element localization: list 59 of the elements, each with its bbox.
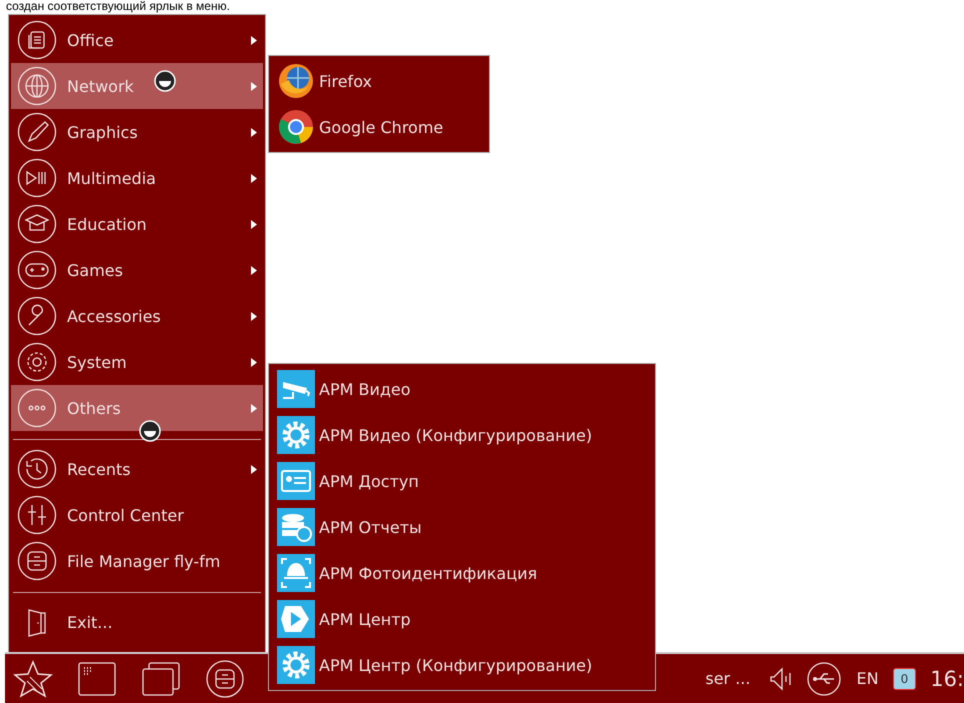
menu-item[interactable]: АРМ Центр (Конфигурирование): [269, 642, 655, 688]
menu-item[interactable]: АРМ Видео (Конфигурирование): [269, 412, 655, 458]
menu-item[interactable]: File Manager fly-fm: [11, 538, 263, 584]
arrow-icon: [251, 266, 257, 275]
pencil-icon: [17, 112, 57, 152]
database-icon: [277, 508, 315, 546]
clock-icon: [17, 449, 57, 489]
graduation-cap-icon: [17, 204, 57, 244]
fox-globe-icon: [277, 62, 315, 100]
notification-count[interactable]: 0: [892, 668, 916, 690]
menu-item[interactable]: АРМ Центр: [269, 596, 655, 642]
globe-icon: [17, 66, 57, 106]
menu-item[interactable]: Firefox: [269, 58, 489, 104]
arrow-icon: [251, 465, 257, 474]
dots-icon: [17, 388, 57, 428]
menu-item[interactable]: АРМ Видео: [269, 366, 655, 412]
arrow-icon: [251, 36, 257, 45]
play-pause-icon: [17, 158, 57, 198]
menu-item[interactable]: Network: [11, 63, 263, 109]
documents-icon: [17, 20, 57, 60]
camera-icon: [277, 370, 315, 408]
menu-item[interactable]: Others: [11, 385, 263, 431]
arrow-icon: [251, 312, 257, 321]
arrow-icon: [251, 174, 257, 183]
menu-item[interactable]: Education: [11, 201, 263, 247]
chrome-icon: [277, 108, 315, 146]
menu-item[interactable]: АРМ Доступ: [269, 458, 655, 504]
face-icon: [277, 554, 315, 592]
language-indicator[interactable]: EN: [856, 669, 879, 688]
gamepad-icon: [17, 250, 57, 290]
arrow-icon: [251, 358, 257, 367]
sliders-icon: [17, 495, 57, 535]
menu-item[interactable]: Google Chrome: [269, 104, 489, 150]
busy-cursor-icon: [139, 420, 161, 442]
menu-item[interactable]: Games: [11, 247, 263, 293]
arrow-icon: [251, 220, 257, 229]
play-icon: [277, 600, 315, 638]
usb-icon[interactable]: [806, 660, 842, 696]
caption-text: создан соответствующий ярлык в меню.: [6, 0, 231, 13]
speaker-icon[interactable]: [770, 666, 792, 690]
menu-item[interactable]: Recents: [11, 446, 263, 492]
menu-item[interactable]: Office: [11, 17, 263, 63]
task-button[interactable]: ser ...: [705, 669, 750, 688]
busy-cursor-icon: [154, 70, 176, 92]
star-icon[interactable]: [11, 658, 55, 698]
arrow-icon: [251, 128, 257, 137]
menu-item[interactable]: System: [11, 339, 263, 385]
arrow-icon: [251, 82, 257, 91]
menu-item[interactable]: Graphics: [11, 109, 263, 155]
id-card-icon: [277, 462, 315, 500]
arrow-icon: [251, 404, 257, 413]
menu-item[interactable]: Multimedia: [11, 155, 263, 201]
drawer-icon: [17, 541, 57, 581]
menu-item[interactable]: АРМ Фотоидентификация: [269, 550, 655, 596]
clock: 16:: [930, 666, 964, 690]
menu-item[interactable]: Accessories: [11, 293, 263, 339]
menu-item[interactable]: АРМ Отчеты: [269, 504, 655, 550]
menu-item[interactable]: Exit...: [11, 599, 263, 645]
menu-item[interactable]: Control Center: [11, 492, 263, 538]
